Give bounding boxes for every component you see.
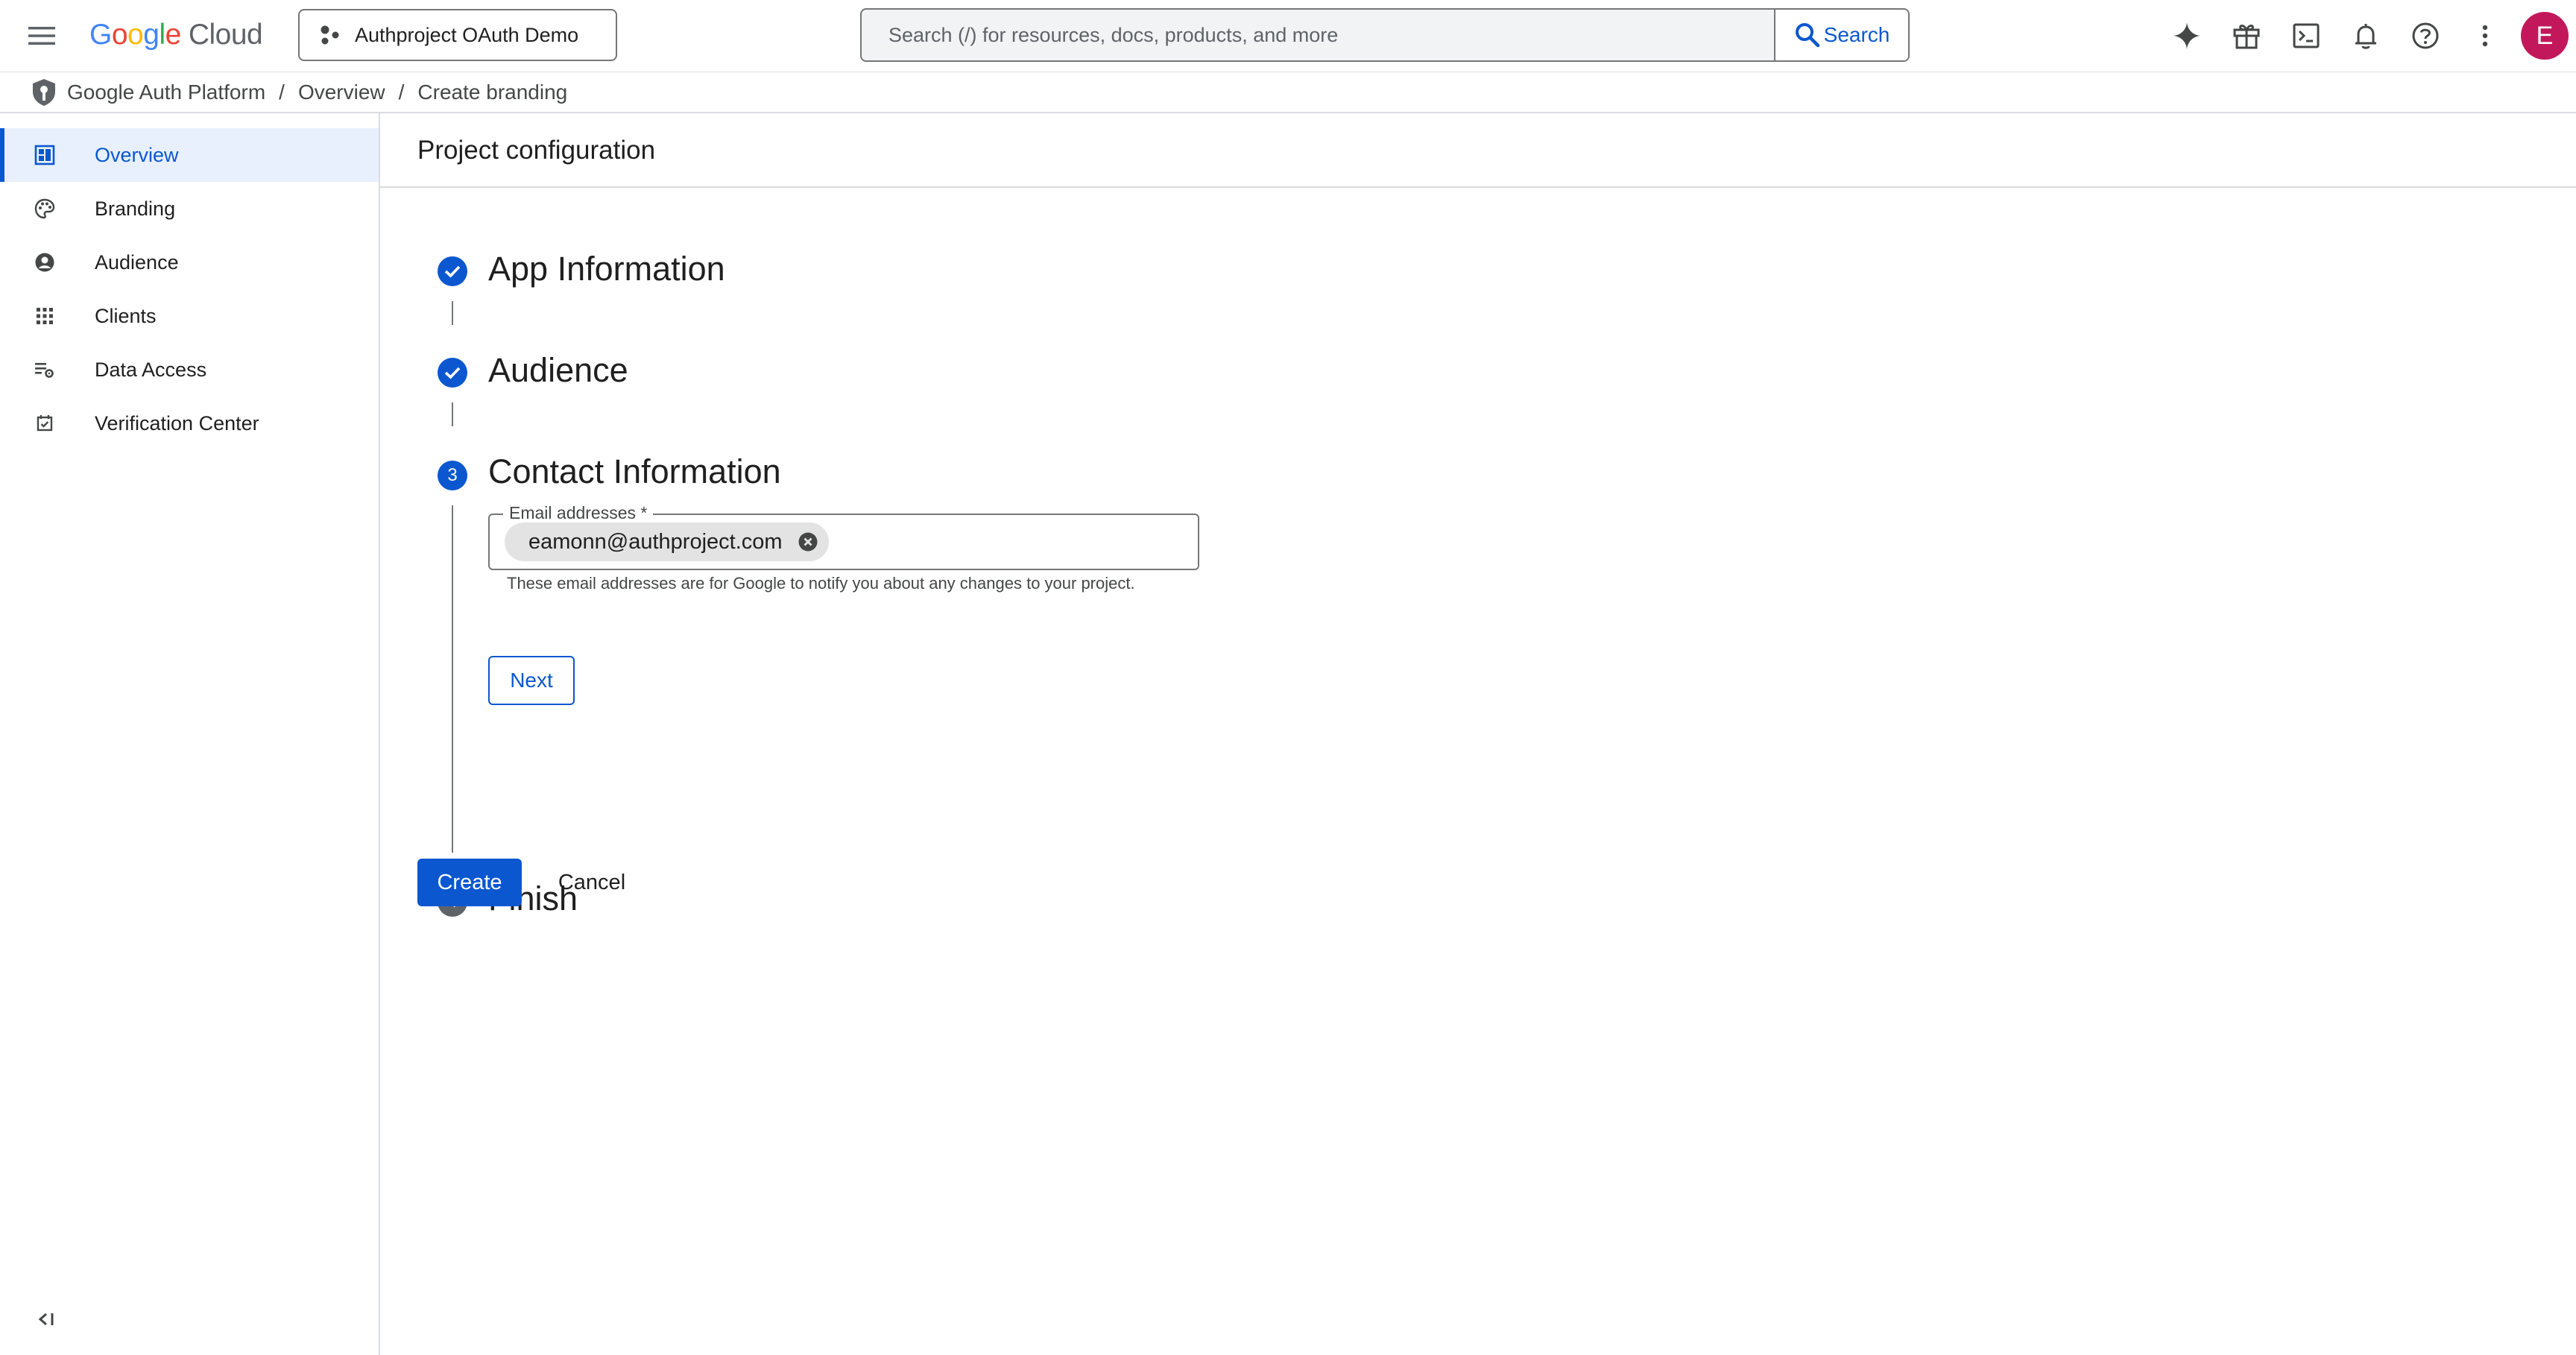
step-title-audience[interactable]: Audience xyxy=(488,351,628,390)
logo-letter: e xyxy=(165,19,182,51)
sidebar-item-label: Clients xyxy=(95,304,157,327)
gemini-icon xyxy=(2174,22,2200,49)
top-actions: E xyxy=(2157,0,2576,72)
page-title: Project configuration xyxy=(417,136,656,165)
sidebar-item-clients[interactable]: Clients xyxy=(0,289,379,343)
step-complete-check-icon xyxy=(438,256,467,286)
create-button[interactable]: Create xyxy=(417,859,522,906)
help-button[interactable] xyxy=(2396,6,2455,66)
breadcrumb-item-auth-platform[interactable]: Google Auth Platform xyxy=(67,80,265,104)
sidebar-item-label: Audience xyxy=(95,250,179,274)
chip-remove-button[interactable] xyxy=(796,530,820,554)
search-button-label: Search xyxy=(1823,23,1890,46)
cancel-circle-icon xyxy=(798,532,818,552)
step-title-contact-information: Contact Information xyxy=(488,452,781,490)
auth-platform-shield-icon xyxy=(33,78,55,106)
sidebar-item-audience[interactable]: Audience xyxy=(0,236,379,289)
project-picker-button[interactable]: Authproject OAuth Demo xyxy=(298,9,617,61)
gift-button[interactable] xyxy=(2217,6,2276,66)
sidebar-item-label: Branding xyxy=(95,197,176,220)
more-options-button[interactable] xyxy=(2455,6,2515,66)
collapse-left-icon xyxy=(38,1313,54,1326)
step-connector xyxy=(452,402,453,426)
breadcrumb-item-overview[interactable]: Overview xyxy=(298,80,385,104)
sidebar-item-overview[interactable]: Overview xyxy=(0,128,379,182)
collapse-sidebar-button[interactable] xyxy=(33,1306,60,1333)
dashboard-icon xyxy=(34,145,55,165)
step-title-app-information[interactable]: App Information xyxy=(488,250,725,288)
breadcrumb-item-create-branding: Create branding xyxy=(417,80,568,104)
email-chip: eamonn@authproject.com xyxy=(505,522,829,561)
logo-letter: o xyxy=(127,19,144,51)
email-addresses-field[interactable]: Email addresses * eamonn@authproject.com xyxy=(488,503,1199,570)
project-nodes-icon xyxy=(321,25,339,45)
next-button[interactable]: Next xyxy=(488,656,575,705)
step-connector xyxy=(452,505,453,853)
sidebar-item-label: Overview xyxy=(95,143,179,166)
hamburger-menu-icon xyxy=(28,27,55,45)
verification-icon xyxy=(37,415,53,432)
account-avatar[interactable]: E xyxy=(2521,12,2569,60)
gift-icon xyxy=(2233,25,2260,49)
search-input[interactable] xyxy=(862,10,1774,60)
breadcrumb-separator: / xyxy=(398,80,405,104)
logo-letter: l xyxy=(159,19,165,51)
main-menu-button[interactable] xyxy=(24,19,60,52)
main-content: Project configuration App Information Au… xyxy=(380,113,2576,1355)
cloud-shell-icon xyxy=(2293,23,2320,48)
top-app-bar: Google Cloud Authproject OAuth Demo Sear… xyxy=(0,0,2576,72)
cloud-shell-button[interactable] xyxy=(2276,6,2336,66)
apps-grid-icon xyxy=(37,308,53,324)
logo-suffix: Cloud xyxy=(188,19,263,51)
sidebar-item-label: Verification Center xyxy=(95,411,259,435)
logo-letter: o xyxy=(111,19,128,51)
step-connector xyxy=(452,301,453,325)
page-header: Project configuration xyxy=(380,113,2576,188)
sidebar-item-data-access[interactable]: Data Access xyxy=(0,343,379,397)
logo-letter: g xyxy=(143,19,160,51)
sidebar-item-label: Data Access xyxy=(95,358,207,381)
logo-letter: G xyxy=(89,19,112,51)
email-helper-text: These email addresses are for Google to … xyxy=(507,574,1135,593)
step-number-badge: 3 xyxy=(438,461,467,490)
data-access-icon xyxy=(35,363,54,378)
account-circle-icon xyxy=(35,253,54,272)
email-field-label: Email addresses * xyxy=(503,503,654,523)
google-cloud-logo[interactable]: Google Cloud xyxy=(89,16,263,54)
step-complete-check-icon xyxy=(438,358,467,388)
search-icon xyxy=(1795,23,1819,48)
email-chip-label: eamonn@authproject.com xyxy=(528,529,783,554)
search-button[interactable]: Search xyxy=(1774,10,1908,60)
sidebar: Overview Branding Audience Clients Data … xyxy=(0,113,380,1355)
notifications-icon xyxy=(2355,24,2376,49)
notifications-button[interactable] xyxy=(2336,6,2396,66)
gemini-button[interactable] xyxy=(2157,6,2217,66)
more-vert-icon xyxy=(2482,25,2488,47)
palette-icon xyxy=(34,198,55,219)
breadcrumb-separator: / xyxy=(279,80,285,104)
help-icon xyxy=(2412,22,2439,49)
logo-wordmark: Google xyxy=(89,19,181,51)
sidebar-item-branding[interactable]: Branding xyxy=(0,182,379,236)
cancel-button[interactable]: Cancel xyxy=(537,859,647,906)
sidebar-item-verification-center[interactable]: Verification Center xyxy=(0,397,379,450)
breadcrumb: Google Auth Platform / Overview / Create… xyxy=(0,72,2576,113)
project-name: Authproject OAuth Demo xyxy=(355,23,579,46)
search-bar: Search xyxy=(860,8,1910,62)
